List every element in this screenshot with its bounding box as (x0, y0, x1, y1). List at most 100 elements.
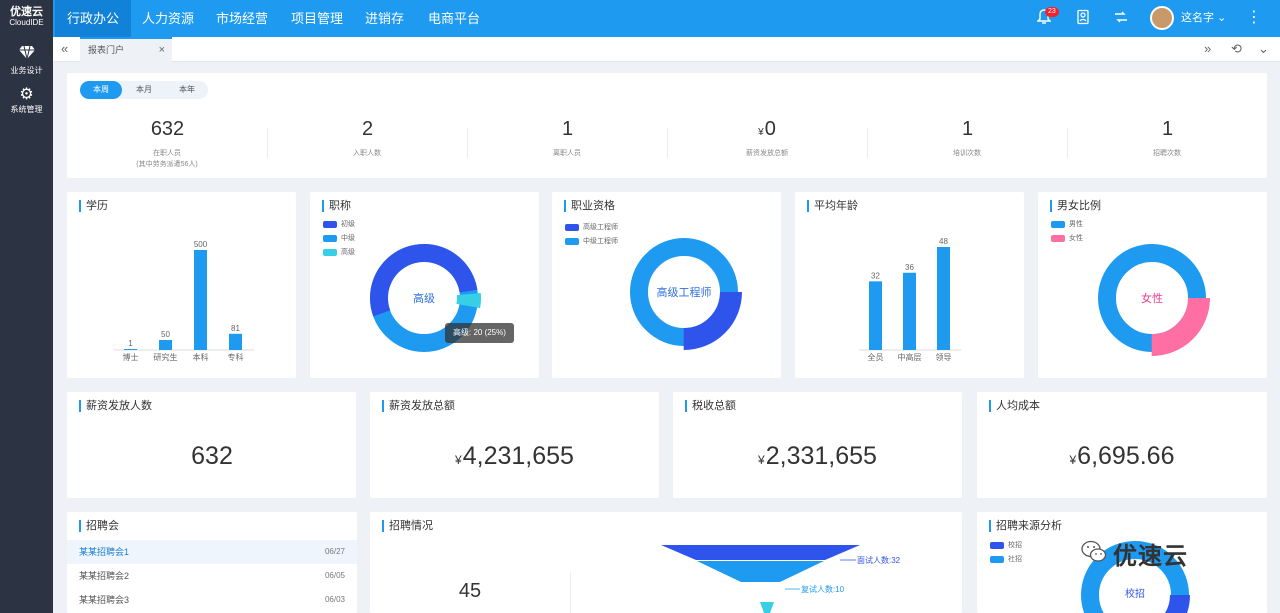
metric-card-pay-total: 薪资发放总额 ¥4,231,655 (370, 392, 659, 498)
list-item[interactable]: 某某招聘会2 06/05 (67, 564, 357, 588)
user-name: 这名字 (1181, 12, 1214, 24)
topnav-item-admin[interactable]: 行政办公 (55, 0, 132, 37)
funnel-label-reinterview: 复试人数:10 (801, 584, 845, 594)
title-chart-card: 职称 初级 中级 高级 高级 高级: 20 (25%) (310, 192, 539, 378)
donut-center-label: 高级工程师 (657, 285, 712, 299)
gem-icon (0, 44, 53, 65)
stat-value: 1 (961, 118, 974, 140)
stat-hired: 2 入职人数 (267, 118, 467, 158)
metric-card-tax-total: 税收总额 ¥2,331,655 (673, 392, 962, 498)
jobfair-name: 某某招聘会3 (79, 595, 130, 605)
donut-center-label: 女性 (1141, 291, 1163, 305)
recruitment-card: 招聘情况 45 面试人数:32 复试人数:10 (370, 512, 962, 613)
metric-prefix: ¥ (758, 453, 765, 467)
jobfair-date: 06/03 (324, 595, 345, 604)
watermark-text: 优速云 (1113, 543, 1188, 570)
topnav-item-market[interactable]: 市场经营 (204, 0, 280, 37)
card-title: 薪资发放总额 (382, 400, 455, 412)
bar[interactable] (903, 272, 916, 350)
metric-number: 2,331,655 (765, 442, 877, 470)
top-navigation-bar: 行政办公 人力资源 市场经营 项目管理 进销存 电商平台 23 这名字 ⌄ ⋮ (53, 0, 1280, 37)
bar[interactable] (124, 349, 137, 350)
x-tick-label: 本科 (193, 352, 209, 362)
sidebar-item-design[interactable]: 业务设计 (0, 44, 53, 76)
funnel-label-interview: 面试人数:32 (857, 555, 901, 565)
bar[interactable] (937, 247, 950, 350)
list-item[interactable]: 某某招聘会1 06/27 (67, 540, 357, 564)
user-menu[interactable]: 这名字 ⌄ (1181, 0, 1226, 37)
stat-value: 632 (150, 118, 185, 140)
jobfair-name: 某某招聘会2 (79, 571, 130, 581)
avatar[interactable] (1150, 6, 1174, 30)
stat-salary-total: ¥0 薪资发放总额 (667, 118, 867, 158)
topnav-item-project[interactable]: 项目管理 (279, 0, 355, 37)
chevron-down-icon: ⌄ (1217, 12, 1227, 24)
stat-recruit: 1 招聘次数 (1067, 118, 1267, 158)
x-tick-label: 专科 (228, 352, 244, 362)
x-tick-label: 中高层 (898, 352, 922, 362)
bar[interactable] (159, 340, 172, 350)
stat-resigned: 1 离职人员 (467, 118, 667, 158)
bar-value-label: 1 (128, 339, 133, 348)
card-title: 薪资发放人数 (79, 400, 152, 412)
metric-value: 632 (67, 442, 356, 471)
switch-icon[interactable] (1113, 9, 1129, 29)
metric-number: 4,231,655 (462, 442, 574, 470)
funnel-stage-reinterview[interactable] (697, 561, 824, 582)
close-icon[interactable]: × (159, 39, 165, 61)
stat-label: 薪资发放总额 (746, 150, 788, 157)
bar[interactable] (229, 333, 242, 350)
topnav-item-ecommerce[interactable]: 电商平台 (416, 0, 492, 37)
more-vertical-icon[interactable]: ⋮ (1246, 9, 1262, 27)
age-bar-chart: 32 全员 36 中高层 48 领导 (859, 237, 961, 362)
period-option-month[interactable]: 本月 (123, 81, 165, 99)
jobfair-name: 某某招聘会1 (79, 547, 130, 557)
stat-label: 离职人员 (553, 150, 581, 157)
bar[interactable] (869, 281, 882, 350)
recruitment-funnel-chart: 面试人数:32 复试人数:10 (661, 545, 901, 613)
funnel-stage-interview[interactable] (661, 545, 860, 560)
stat-label: 招聘次数 (1153, 150, 1181, 157)
title-donut-chart: 高级 (367, 241, 481, 355)
brand-logo[interactable]: 优速云 CloudIDE (0, 0, 53, 37)
metric-prefix: ¥ (455, 453, 462, 467)
tab-report-portal[interactable]: 报表门户 × (80, 37, 172, 62)
list-item[interactable]: 某某招聘会3 06/03 (67, 588, 357, 612)
period-option-week[interactable]: 本周 (80, 81, 122, 99)
bar-value-label: 500 (194, 240, 208, 249)
jobfair-card: 招聘会 某某招聘会1 06/27 某某招聘会2 06/05 某某招聘会3 06/… (67, 512, 357, 613)
gender-donut-chart: 女性 (1094, 240, 1210, 356)
chevron-down-icon[interactable]: ⌄ (1258, 40, 1269, 58)
contacts-icon[interactable] (1076, 9, 1090, 29)
qualification-donut-chart: 高级工程师 (626, 234, 742, 350)
period-option-year[interactable]: 本年 (166, 81, 208, 99)
stat-prefix: ¥ (758, 127, 764, 138)
metric-card-pay-count: 薪资发放人数 632 (67, 392, 356, 498)
jobfair-date: 06/05 (324, 571, 345, 580)
bar-value-label: 48 (939, 237, 948, 246)
stat-training: 1 培训次数 (867, 118, 1067, 158)
stat-value: 0 (764, 118, 776, 140)
tab-scroll-left-icon[interactable]: « (61, 40, 68, 58)
summary-card: 本周 本月 本年 632 在职人员 (其中劳务派遣56人) 2 入职人数 1 离… (67, 73, 1267, 178)
sidebar-item-system[interactable]: ⚙ 系统管理 (0, 86, 53, 115)
metric-value: ¥2,331,655 (673, 442, 962, 471)
donut-center-label: 高级 (413, 291, 435, 305)
tab-scroll-right-icon[interactable]: » (1204, 40, 1211, 58)
stat-label: 培训次数 (953, 150, 981, 157)
topnav-item-hr[interactable]: 人力资源 (130, 0, 206, 37)
bell-icon[interactable]: 23 (1036, 7, 1059, 29)
bar[interactable] (194, 250, 207, 350)
metric-value: ¥6,695.66 (977, 442, 1267, 471)
funnel-stage-next[interactable] (760, 602, 774, 613)
metric-number: 632 (191, 442, 233, 470)
topnav-item-inventory[interactable]: 进销存 (353, 0, 416, 37)
tab-label: 报表门户 (88, 45, 125, 55)
stat-employees: 632 在职人员 (其中劳务派遣56人) (67, 118, 267, 169)
recruit-source-card: 招聘来源分析 校招 社招 校招 优速云 (977, 512, 1267, 613)
x-tick-label: 研究生 (154, 352, 178, 362)
x-tick-label: 全员 (868, 352, 884, 362)
refresh-icon[interactable]: ⟲ (1231, 40, 1242, 58)
sidebar: 优速云 CloudIDE 业务设计 ⚙ 系统管理 (0, 0, 53, 613)
notification-badge: 23 (1045, 7, 1059, 17)
